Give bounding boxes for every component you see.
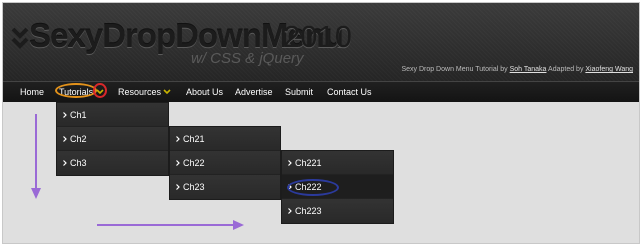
chevron-right-icon [176, 184, 180, 190]
menu-item-ch23[interactable]: Ch23 [170, 175, 280, 199]
credits-line: Sexy Drop Down Menu Tutorial by Soh Tana… [401, 66, 633, 73]
chevron-right-icon [288, 160, 292, 166]
author-link[interactable]: Soh Tanaka [510, 66, 547, 73]
credits-prefix: Sexy Drop Down Menu Tutorial by [401, 66, 510, 73]
resources-chevron-down-icon[interactable] [163, 88, 171, 96]
nav-advertise[interactable]: Advertise [235, 82, 273, 102]
chevron-right-icon [63, 160, 67, 166]
credits-middle: Adapted by [546, 66, 586, 73]
arrow-right-annotation-icon [97, 220, 244, 230]
menu-item-ch3[interactable]: Ch3 [57, 151, 168, 175]
tutorials-dropdown: Ch1 Ch2 Ch3 [56, 102, 169, 176]
nav-submit[interactable]: Submit [285, 82, 313, 102]
nav-resources[interactable]: Resources [118, 82, 161, 102]
chevron-right-icon [176, 136, 180, 142]
double-chevron-logo-icon [11, 27, 29, 49]
screenshot-frame: SexyDropDownMenu 2010 w/ CSS & jQuery Se… [2, 2, 640, 244]
menu-item-ch1[interactable]: Ch1 [57, 103, 168, 127]
chevron-right-icon [176, 160, 180, 166]
adapter-link[interactable]: Xiaofeng Wang [585, 66, 633, 73]
menu-item-ch223[interactable]: Ch223 [282, 199, 393, 223]
arrow-down-annotation-icon [31, 114, 41, 199]
nav-about-us[interactable]: About Us [186, 82, 223, 102]
annotation-orange-oval [55, 83, 97, 98]
menu-item-label: Ch223 [295, 206, 322, 216]
menu-item-label: Ch2 [70, 134, 87, 144]
menu-item-ch2[interactable]: Ch2 [57, 127, 168, 151]
chevron-right-icon [63, 136, 67, 142]
chevron-right-icon [288, 208, 292, 214]
site-subtitle: w/ CSS & jQuery [191, 50, 304, 67]
menu-item-label: Ch221 [295, 158, 322, 168]
menu-item-ch21[interactable]: Ch21 [170, 127, 280, 151]
annotation-blue-oval [287, 179, 339, 196]
menu-item-label: Ch1 [70, 110, 87, 120]
menu-item-ch221[interactable]: Ch221 [282, 151, 393, 175]
nav-contact-us[interactable]: Contact Us [327, 82, 372, 102]
menu-item-label: Ch21 [183, 134, 205, 144]
menu-item-label: Ch23 [183, 182, 205, 192]
menu-item-ch22[interactable]: Ch22 [170, 151, 280, 175]
nav-home[interactable]: Home [20, 82, 44, 102]
chevron-right-icon [63, 112, 67, 118]
menu-item-label: Ch22 [183, 158, 205, 168]
site-header: SexyDropDownMenu 2010 w/ CSS & jQuery Se… [3, 3, 639, 81]
menu-item-label: Ch3 [70, 158, 87, 168]
annotation-red-oval [93, 83, 107, 98]
ch2-submenu: Ch21 Ch22 Ch23 [169, 126, 281, 200]
